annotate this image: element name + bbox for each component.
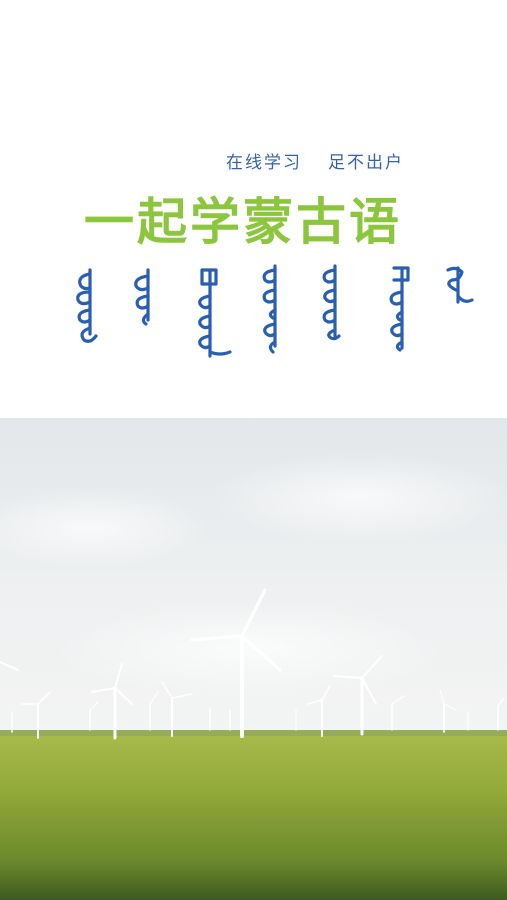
hero-image [0,418,507,900]
tagline: 在线学习 足不出户 [226,148,486,173]
app-headline: 一起学蒙古语 [84,193,402,251]
splash-screen: 在线学习 足不出户 一起学蒙古语 [0,0,507,900]
tagline-left: 在线学习 [226,153,302,173]
mongolian-script-wordmark [76,264,474,358]
tagline-right: 足不出户 [328,153,404,173]
